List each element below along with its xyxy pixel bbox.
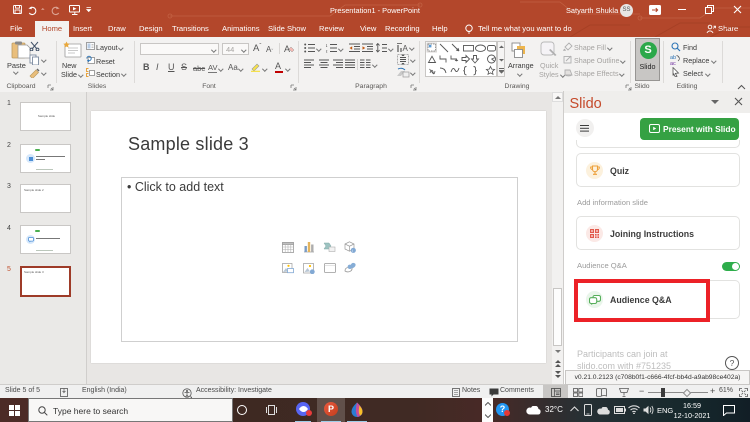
svg-text:2: 2 xyxy=(326,49,328,53)
svg-text:A: A xyxy=(403,44,409,53)
svg-text:1: 1 xyxy=(326,43,328,48)
svg-text:ac: ac xyxy=(670,61,676,65)
